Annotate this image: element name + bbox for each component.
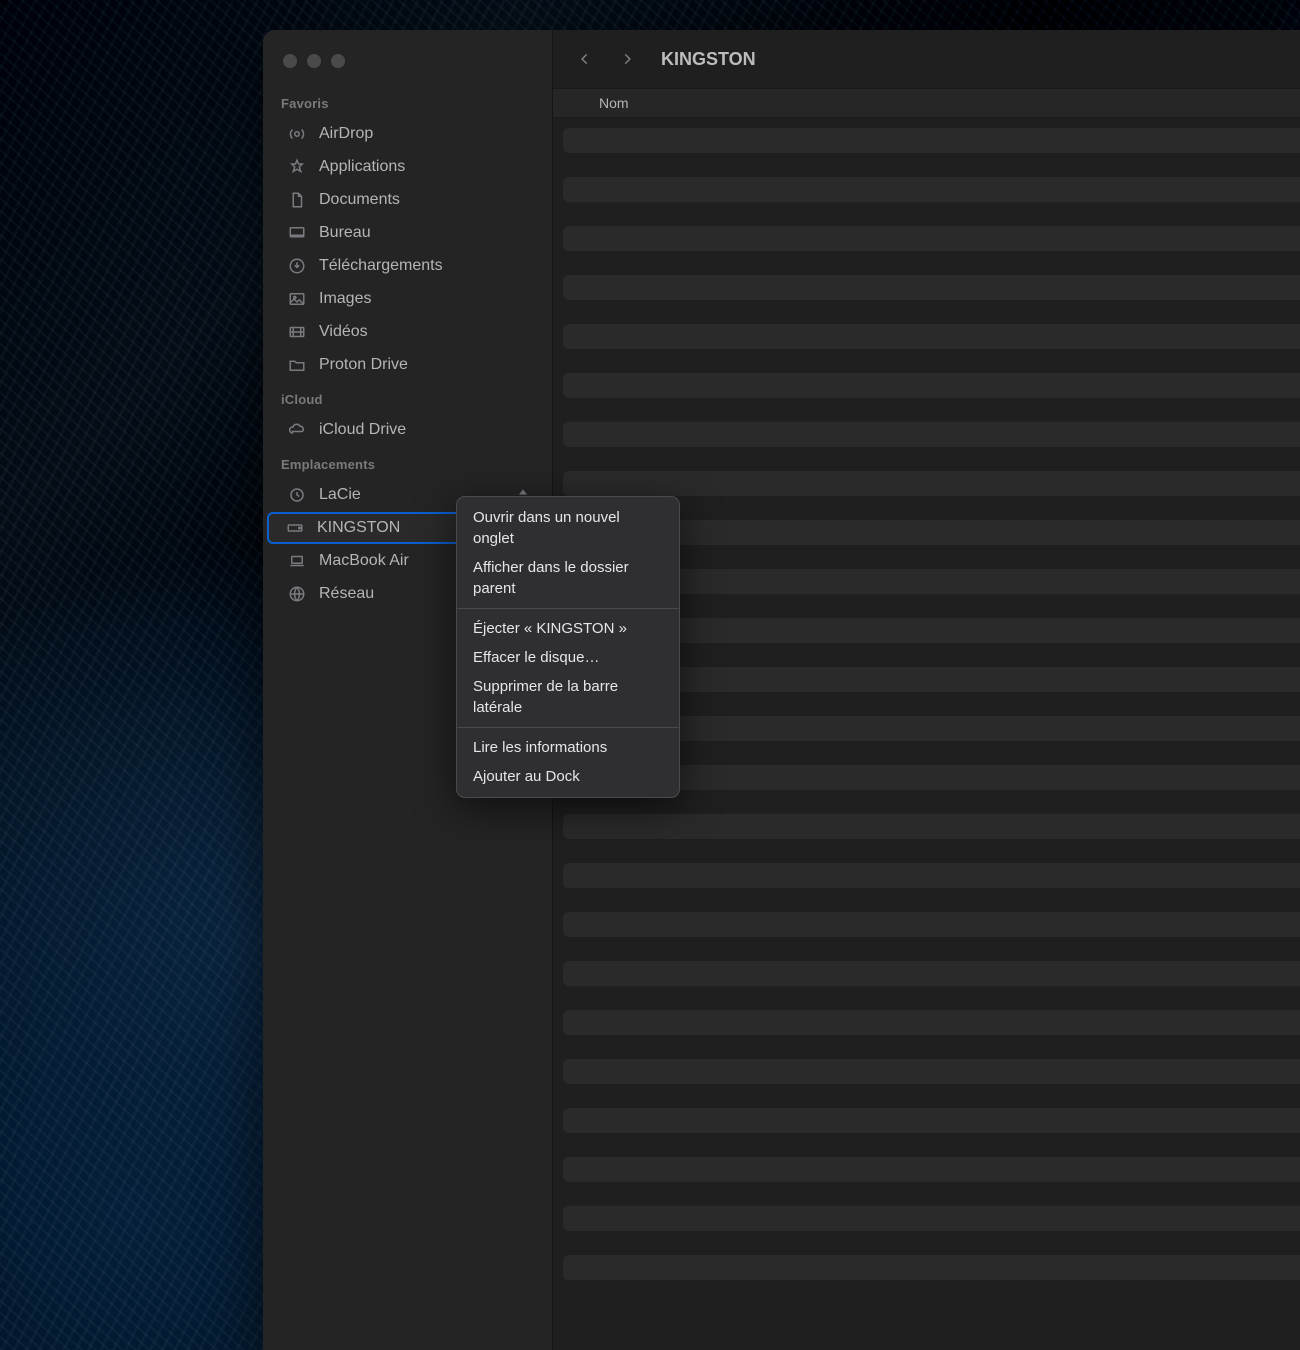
- document-icon: [287, 190, 307, 210]
- sidebar-item-label: Téléchargements: [319, 257, 443, 275]
- column-header-row: Nom: [553, 88, 1300, 118]
- file-row[interactable]: [563, 324, 1300, 349]
- sidebar-section-favorites: Favoris: [263, 86, 552, 117]
- sidebar-item-label: MacBook Air: [319, 552, 409, 570]
- file-row[interactable]: [563, 1206, 1300, 1231]
- sidebar-item-label: KINGSTON: [317, 519, 400, 537]
- sidebar-item-label: Applications: [319, 158, 405, 176]
- back-button[interactable]: [571, 45, 599, 73]
- network-icon: [287, 584, 307, 604]
- downloads-icon: [287, 256, 307, 276]
- menu-remove-sidebar[interactable]: Supprimer de la barre latérale: [457, 672, 679, 722]
- file-row[interactable]: [563, 422, 1300, 447]
- sidebar-section-icloud: iCloud: [263, 382, 552, 413]
- sidebar-item-label: AirDrop: [319, 125, 373, 143]
- videos-icon: [287, 322, 307, 342]
- sidebar-item-videos[interactable]: Vidéos: [269, 316, 546, 348]
- sidebar-item-icloud-drive[interactable]: iCloud Drive: [269, 414, 546, 446]
- file-row[interactable]: [563, 471, 1300, 496]
- cloud-icon: [287, 420, 307, 440]
- sidebar-item-applications[interactable]: Applications: [269, 151, 546, 183]
- sidebar-item-label: LaCie: [319, 486, 361, 504]
- sidebar-item-documents[interactable]: Documents: [269, 184, 546, 216]
- menu-erase-disk[interactable]: Effacer le disque…: [457, 643, 679, 672]
- file-row[interactable]: [563, 1157, 1300, 1182]
- sidebar-item-label: Documents: [319, 191, 400, 209]
- sidebar-item-proton-drive[interactable]: Proton Drive: [269, 349, 546, 381]
- file-row[interactable]: [563, 275, 1300, 300]
- path-title: KINGSTON: [661, 49, 756, 70]
- menu-separator: [457, 727, 679, 728]
- external-disk-icon: [285, 518, 305, 538]
- sidebar-item-images[interactable]: Images: [269, 283, 546, 315]
- sidebar-item-desktop[interactable]: Bureau: [269, 217, 546, 249]
- file-row[interactable]: [563, 373, 1300, 398]
- file-row[interactable]: [563, 128, 1300, 153]
- sidebar-item-airdrop[interactable]: AirDrop: [269, 118, 546, 150]
- file-row[interactable]: [563, 863, 1300, 888]
- timemachine-icon: [287, 485, 307, 505]
- sidebar-item-label: Proton Drive: [319, 356, 408, 374]
- menu-open-new-tab[interactable]: Ouvrir dans un nouvel onglet: [457, 503, 679, 553]
- file-row[interactable]: [563, 226, 1300, 251]
- sidebar-item-label: iCloud Drive: [319, 421, 406, 439]
- file-row[interactable]: [563, 1255, 1300, 1280]
- close-button[interactable]: [283, 54, 297, 68]
- sidebar-item-label: Bureau: [319, 224, 371, 242]
- sidebar-item-label: Images: [319, 290, 371, 308]
- sidebar-item-label: Réseau: [319, 585, 374, 603]
- finder-window: Favoris AirDrop Applications Documents B…: [263, 30, 1300, 1350]
- file-row[interactable]: [563, 1010, 1300, 1035]
- context-menu: Ouvrir dans un nouvel onglet Afficher da…: [456, 496, 680, 798]
- images-icon: [287, 289, 307, 309]
- file-row[interactable]: [563, 814, 1300, 839]
- file-row[interactable]: [563, 177, 1300, 202]
- column-header-name[interactable]: Nom: [599, 95, 629, 111]
- forward-button[interactable]: [613, 45, 641, 73]
- file-row[interactable]: [563, 1059, 1300, 1084]
- applications-icon: [287, 157, 307, 177]
- fullscreen-button[interactable]: [331, 54, 345, 68]
- folder-icon: [287, 355, 307, 375]
- menu-eject[interactable]: Éjecter « KINGSTON »: [457, 614, 679, 643]
- file-row[interactable]: [563, 1108, 1300, 1133]
- airdrop-icon: [287, 124, 307, 144]
- file-row[interactable]: [563, 912, 1300, 937]
- laptop-icon: [287, 551, 307, 571]
- menu-add-to-dock[interactable]: Ajouter au Dock: [457, 762, 679, 791]
- toolbar: KINGSTON: [553, 30, 1300, 88]
- sidebar-item-downloads[interactable]: Téléchargements: [269, 250, 546, 282]
- desktop-icon: [287, 223, 307, 243]
- file-row[interactable]: [563, 961, 1300, 986]
- sidebar-section-locations: Emplacements: [263, 447, 552, 478]
- menu-show-in-parent[interactable]: Afficher dans le dossier parent: [457, 553, 679, 603]
- menu-separator: [457, 608, 679, 609]
- minimize-button[interactable]: [307, 54, 321, 68]
- window-controls: [263, 44, 552, 86]
- menu-get-info[interactable]: Lire les informations: [457, 733, 679, 762]
- sidebar-item-label: Vidéos: [319, 323, 368, 341]
